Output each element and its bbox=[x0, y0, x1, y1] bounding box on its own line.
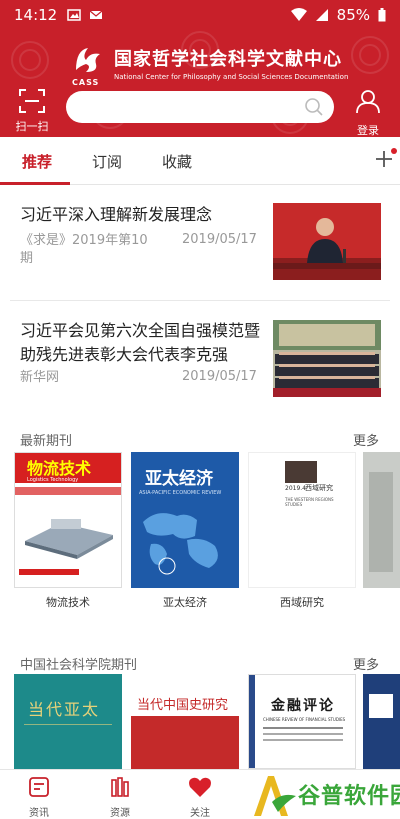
journal-cover[interactable]: 2019.4 西域研究 THE WESTERN REGIONS STUDIES bbox=[248, 452, 356, 588]
cover-subtitle: Logistics Technology bbox=[27, 477, 79, 483]
nav-label: 关注 bbox=[190, 808, 210, 819]
cover-title: 金融评论 bbox=[271, 698, 335, 714]
cover-subtitle: CHINESE REVIEW OF FINANCIAL STUDIES bbox=[263, 717, 346, 722]
news-date: 2019/05/17 bbox=[182, 232, 257, 247]
cover-title: 西域研究 bbox=[305, 484, 333, 492]
news-photo-group bbox=[273, 320, 381, 397]
cass-logo: CASS bbox=[72, 44, 104, 87]
cover-illustration bbox=[25, 519, 113, 559]
app-header: 14:12 85% CASS 国家哲学社会科学文献中心 National Cen… bbox=[0, 0, 400, 137]
watermark-logo-icon bbox=[254, 776, 296, 816]
more-cass-link[interactable]: 更多 bbox=[353, 654, 379, 673]
nav-label: 资源 bbox=[110, 808, 130, 819]
tab-favorites[interactable]: 收藏 bbox=[162, 151, 192, 172]
news-source: 新华网 bbox=[20, 370, 60, 385]
cover-subtitle: ASIA-PACIFIC ECONOMIC REVIEW bbox=[139, 490, 222, 496]
cover-title: 亚太经济 bbox=[145, 469, 213, 489]
brand: CASS 国家哲学社会科学文献中心 National Center for Ph… bbox=[72, 44, 349, 87]
section-title-latest: 最新期刊 bbox=[20, 434, 73, 449]
login-button[interactable]: 登录 bbox=[352, 88, 384, 137]
journal-cover[interactable]: 物流技术 Logistics Technology bbox=[14, 452, 122, 588]
cover-title: 当代亚太 bbox=[28, 700, 101, 719]
news-title[interactable]: 习近平深入理解新发展理念 bbox=[20, 203, 260, 227]
tab-subscribe[interactable]: 订阅 bbox=[92, 151, 122, 172]
news-item[interactable]: 习近平会见第六次全国自强模范暨助残先进表彰大会代表李克强 新华网 2019/05… bbox=[0, 312, 400, 402]
cover-title: 物流技术 bbox=[27, 459, 92, 478]
section-title-cass: 中国社会科学院期刊 bbox=[20, 658, 138, 673]
journal-label[interactable]: 物流技术 bbox=[14, 594, 122, 610]
books-icon bbox=[111, 777, 129, 797]
tab-recommend[interactable]: 推荐 bbox=[22, 151, 52, 172]
watermark: 谷普软件园 bbox=[250, 772, 400, 819]
news-item[interactable]: 习近平深入理解新发展理念 《求是》2019年第10期 2019/05/17 bbox=[0, 196, 400, 296]
login-label: 登录 bbox=[357, 124, 379, 137]
status-bar: 14:12 85% bbox=[0, 0, 400, 30]
journal-label[interactable]: 西域研究 bbox=[248, 594, 356, 610]
new-badge-dot bbox=[391, 148, 397, 154]
journal-cover-partial[interactable] bbox=[363, 674, 400, 769]
search-icon[interactable] bbox=[304, 97, 324, 117]
cover-issue: 2019.4 bbox=[285, 485, 306, 492]
news-thumbnail[interactable] bbox=[273, 320, 381, 397]
nav-follow[interactable]: 关注 bbox=[175, 776, 225, 819]
image-notification-icon bbox=[67, 9, 81, 21]
battery-percent: 85% bbox=[336, 6, 370, 24]
heart-icon bbox=[189, 777, 211, 797]
cover-world-map bbox=[143, 513, 218, 575]
search-input[interactable] bbox=[66, 91, 334, 123]
more-latest-link[interactable]: 更多 bbox=[353, 430, 379, 449]
cass-logo-mark-icon bbox=[76, 48, 100, 72]
news-source: 《求是》2019年第10期 bbox=[20, 233, 148, 266]
wifi-icon bbox=[290, 8, 307, 21]
battery-icon bbox=[378, 8, 386, 22]
user-icon bbox=[356, 90, 380, 114]
nav-label: 资讯 bbox=[29, 808, 49, 819]
org-name-en: National Center for Philosophy and Socia… bbox=[114, 73, 349, 81]
journal-label[interactable]: 亚太经济 bbox=[131, 594, 239, 610]
cover-subtitle: THE WESTERN REGIONS STUDIES bbox=[285, 497, 334, 507]
cass-logo-text: CASS bbox=[72, 78, 100, 87]
scan-button[interactable]: 扫一扫 bbox=[14, 88, 50, 134]
journal-cover-partial[interactable] bbox=[363, 452, 400, 588]
signal-icon bbox=[315, 9, 328, 21]
scan-label: 扫一扫 bbox=[15, 120, 49, 133]
status-time: 14:12 bbox=[14, 6, 58, 24]
news-icon bbox=[29, 777, 49, 797]
news-date: 2019/05/17 bbox=[182, 369, 257, 384]
nav-news[interactable]: 资讯 bbox=[14, 776, 64, 819]
news-photo-speaker bbox=[273, 203, 381, 280]
scan-icon bbox=[19, 89, 45, 113]
nav-resources[interactable]: 资源 bbox=[95, 776, 145, 819]
news-title[interactable]: 习近平会见第六次全国自强模范暨助残先进表彰大会代表李克强 bbox=[20, 319, 260, 367]
org-name-cn: 国家哲学社会科学文献中心 bbox=[114, 49, 342, 70]
cover-title: 当代中国史研究 bbox=[137, 698, 229, 713]
content-tabs: 推荐 订阅 收藏 bbox=[0, 137, 400, 185]
news-divider bbox=[10, 300, 390, 301]
watermark-text: 谷普软件园 bbox=[298, 784, 400, 809]
journal-cover[interactable]: 金融评论 CHINESE REVIEW OF FINANCIAL STUDIES bbox=[248, 674, 356, 769]
journal-cover[interactable]: 亚太经济 ASIA-PACIFIC ECONOMIC REVIEW bbox=[131, 452, 239, 588]
mail-notification-icon bbox=[89, 10, 103, 19]
journal-cover[interactable]: 当代中国史研究 bbox=[131, 674, 239, 769]
active-tab-indicator bbox=[0, 182, 70, 185]
journal-cover[interactable]: 当代亚太 bbox=[14, 674, 122, 769]
news-thumbnail[interactable] bbox=[273, 203, 381, 280]
